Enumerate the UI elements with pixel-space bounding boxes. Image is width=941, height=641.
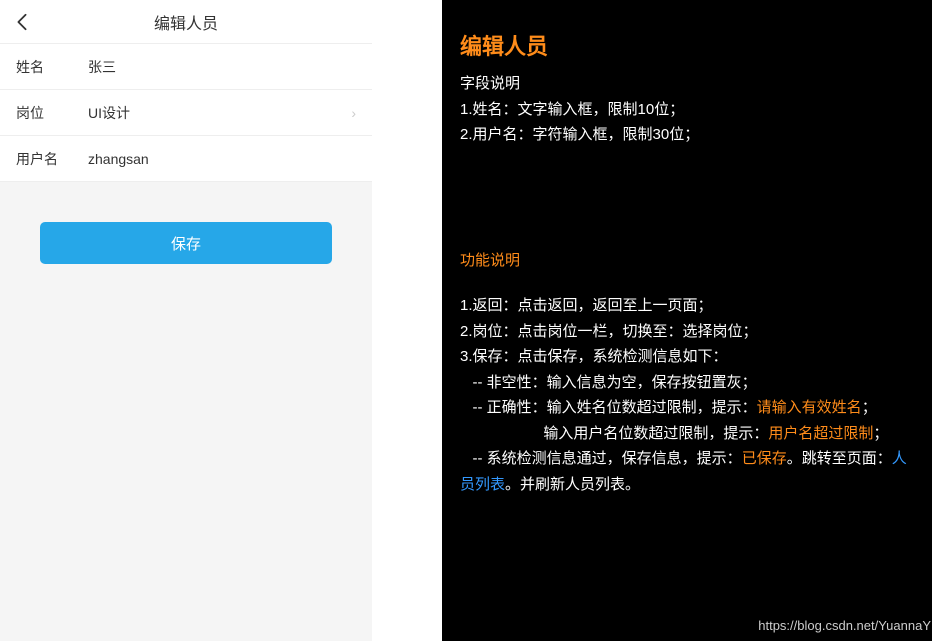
position-value: UI设计 — [88, 103, 130, 123]
spec-panel: 编辑人员 字段说明 1.姓名：文字输入框，限制10位； 2.用户名：字符输入框，… — [442, 0, 932, 641]
field-desc-header: 字段说明 — [460, 71, 914, 97]
func-3c: 输入用户名位数超过限制，提示：用户名超过限制； — [460, 421, 914, 447]
username-row[interactable]: 用户名 zhangsan — [0, 136, 372, 182]
chevron-right-icon: › — [351, 105, 356, 121]
mobile-header: 编辑人员 — [0, 0, 372, 44]
position-label: 岗位 — [16, 103, 88, 123]
username-label: 用户名 — [16, 149, 88, 169]
func-3c-suffix: ； — [873, 425, 888, 442]
name-label: 姓名 — [16, 57, 88, 77]
name-value: 张三 — [88, 57, 116, 77]
func-3b-hint: 请输入有效姓名 — [757, 399, 862, 416]
func-3c-hint: 用户名超过限制 — [768, 425, 873, 442]
func-3c-prefix: 输入用户名位数超过限制，提示： — [460, 425, 768, 442]
func-3: 3.保存：点击保存，系统检测信息如下： — [460, 344, 914, 370]
mobile-form-panel: 编辑人员 姓名 张三 岗位 UI设计 › 用户名 zhangsan 保存 — [0, 0, 372, 641]
func-1: 1.返回：点击返回，返回至上一页面； — [460, 293, 914, 319]
field-desc-2: 2.用户名：字符输入框，限制30位； — [460, 122, 914, 148]
name-row[interactable]: 姓名 张三 — [0, 44, 372, 90]
position-row[interactable]: 岗位 UI设计 › — [0, 90, 372, 136]
form-section: 姓名 张三 岗位 UI设计 › 用户名 zhangsan — [0, 44, 372, 182]
func-3d-suffix: 。并刷新人员列表。 — [505, 476, 640, 493]
func-3b-prefix: -- 正确性：输入姓名位数超过限制，提示： — [460, 399, 757, 416]
save-button[interactable]: 保存 — [40, 222, 332, 264]
field-desc-1: 1.姓名：文字输入框，限制10位； — [460, 97, 914, 123]
func-3d-hint: 已保存 — [742, 450, 787, 467]
func-3b: -- 正确性：输入姓名位数超过限制，提示：请输入有效姓名； — [460, 395, 914, 421]
back-icon[interactable] — [12, 12, 32, 32]
func-3d-prefix: -- 系统检测信息通过，保存信息，提示： — [460, 450, 742, 467]
function-header: 功能说明 — [460, 248, 914, 274]
func-3d-mid: 。跳转至页面： — [787, 450, 892, 467]
func-3a: -- 非空性：输入信息为空，保存按钮置灰； — [460, 370, 914, 396]
watermark: https://blog.csdn.net/YuannaY — [758, 618, 931, 633]
username-value: zhangsan — [88, 151, 149, 167]
func-3d: -- 系统检测信息通过，保存信息，提示：已保存。跳转至页面：人员列表。并刷新人员… — [460, 446, 914, 497]
func-2: 2.岗位：点击岗位一栏，切换至：选择岗位； — [460, 319, 914, 345]
spec-title: 编辑人员 — [460, 28, 914, 65]
page-title: 编辑人员 — [154, 10, 218, 34]
func-3b-suffix: ； — [862, 399, 877, 416]
